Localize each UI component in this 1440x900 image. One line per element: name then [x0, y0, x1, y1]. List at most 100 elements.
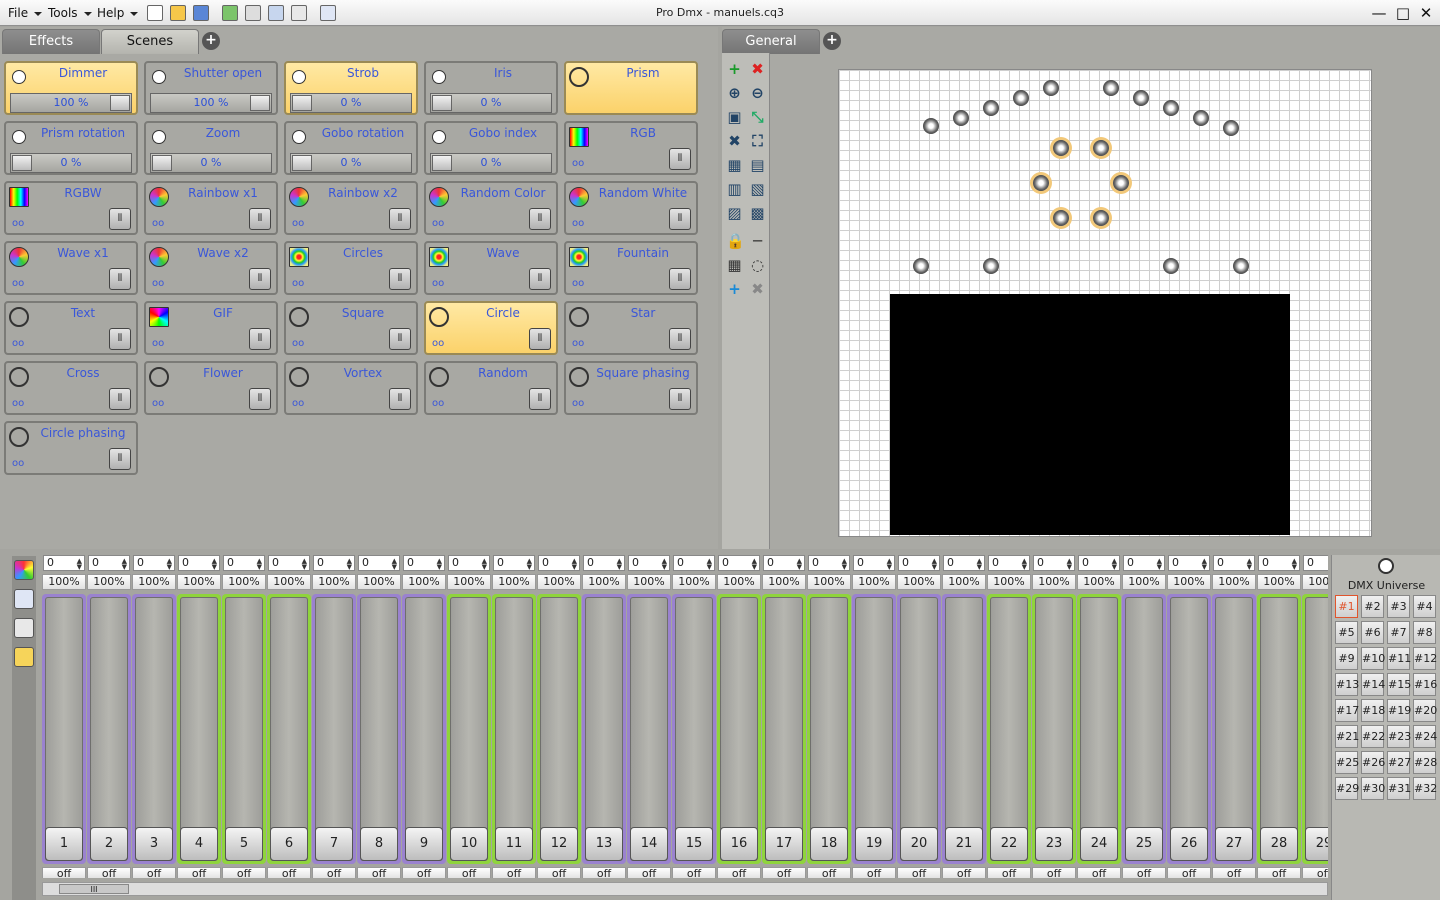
fader-track[interactable]: 25 — [1125, 597, 1163, 861]
effect-tile[interactable]: Prism — [564, 61, 698, 115]
channel-percent[interactable]: 100% — [492, 574, 536, 590]
fader-track[interactable]: 24 — [1080, 597, 1118, 861]
channel-percent[interactable]: 100% — [132, 574, 176, 590]
fader-handle[interactable]: 27 — [1215, 827, 1253, 861]
channel-state-button[interactable]: off — [987, 867, 1031, 878]
fader-handle[interactable]: 10 — [450, 827, 488, 861]
fader-track[interactable]: 9 — [405, 597, 443, 861]
universe-button[interactable]: #5 — [1335, 621, 1358, 644]
universe-button[interactable]: #28 — [1413, 751, 1437, 774]
add-fixture-icon[interactable]: + — [726, 281, 743, 298]
spin-arrows-icon[interactable]: ▲ ▼ — [797, 558, 802, 571]
spin-arrows-icon[interactable]: ▲ ▼ — [1292, 558, 1297, 571]
fader-handle[interactable]: 13 — [585, 827, 623, 861]
fader-handle[interactable]: 9 — [405, 827, 443, 861]
fader-handle[interactable]: 15 — [675, 827, 713, 861]
spin-arrows-icon[interactable]: ▲ ▼ — [212, 558, 217, 571]
channel-state-button[interactable]: off — [807, 867, 851, 878]
effect-settings-icon[interactable]: ⫴ — [389, 208, 411, 230]
fader-track[interactable]: 4 — [180, 597, 218, 861]
spin-arrows-icon[interactable]: ▲ ▼ — [302, 558, 307, 571]
effect-settings-icon[interactable]: ⫴ — [669, 268, 691, 290]
channel-value-input[interactable]: 0 ▲▼ — [1123, 555, 1165, 571]
channel-value-input[interactable]: 0 ▲▼ — [1168, 555, 1210, 571]
effect-slider[interactable]: 0 % — [430, 93, 552, 113]
effect-settings-icon[interactable]: ⫴ — [109, 448, 131, 470]
effect-tile[interactable]: Rainbow x2 oo ⫴ — [284, 181, 418, 235]
close-icon[interactable]: ✕ — [1417, 4, 1435, 22]
open-folder-icon[interactable] — [170, 5, 186, 21]
universe-button[interactable]: #21 — [1335, 725, 1359, 748]
fader-handle[interactable]: 24 — [1080, 827, 1118, 861]
universe-button[interactable]: #8 — [1413, 621, 1436, 644]
fader-handle[interactable]: 4 — [180, 827, 218, 861]
spin-arrows-icon[interactable]: ▲ ▼ — [932, 558, 937, 571]
moving-head-fixture[interactable] — [1093, 140, 1109, 156]
universe-button[interactable]: #17 — [1335, 699, 1359, 722]
fader-track[interactable]: 20 — [900, 597, 938, 861]
maximize-icon[interactable]: □ — [1394, 4, 1412, 22]
channel-percent[interactable]: 100% — [672, 574, 716, 590]
channel-value-input[interactable]: 0 ▲▼ — [178, 555, 220, 571]
minimize-icon[interactable]: — — [1370, 4, 1388, 22]
effect-settings-icon[interactable]: ⫴ — [669, 388, 691, 410]
moving-head-fixture[interactable] — [913, 258, 929, 274]
fader-track[interactable]: 7 — [315, 597, 353, 861]
slider-knob[interactable] — [292, 155, 312, 171]
channel-value-input[interactable]: 0 ▲▼ — [1033, 555, 1075, 571]
channel-state-button[interactable]: off — [582, 867, 626, 878]
channel-state-button[interactable]: off — [942, 867, 986, 878]
effect-settings-icon[interactable]: ⫴ — [249, 328, 271, 350]
effect-tile[interactable]: RGBW oo ⫴ — [4, 181, 138, 235]
fader-track[interactable]: 23 — [1035, 597, 1073, 861]
moving-head-fixture[interactable] — [1163, 100, 1179, 116]
add-tab-icon[interactable]: + — [202, 32, 220, 50]
channel-value-input[interactable]: 0 ▲▼ — [808, 555, 850, 571]
spin-arrows-icon[interactable]: ▲ ▼ — [77, 558, 82, 571]
universe-button[interactable]: #25 — [1335, 751, 1359, 774]
import-icon[interactable] — [245, 5, 261, 21]
channel-value-input[interactable]: 0 ▲▼ — [988, 555, 1030, 571]
fader-handle[interactable]: 20 — [900, 827, 938, 861]
channel-fader[interactable]: 25 — [1122, 594, 1166, 864]
universe-button[interactable]: #9 — [1335, 647, 1358, 670]
add-tab-icon[interactable]: + — [823, 32, 841, 50]
channel-value-input[interactable]: 0 ▲▼ — [268, 555, 310, 571]
universe-button[interactable]: #3 — [1387, 595, 1410, 618]
effect-tile[interactable]: Wave x1 oo ⫴ — [4, 241, 138, 295]
spin-arrows-icon[interactable]: ▲ ▼ — [257, 558, 262, 571]
effect-tile[interactable]: RGB oo ⫴ — [564, 121, 698, 175]
effect-slider[interactable]: 0 % — [430, 153, 552, 173]
moving-head-fixture[interactable] — [1223, 120, 1239, 136]
universe-button[interactable]: #14 — [1361, 673, 1385, 696]
effect-settings-icon[interactable]: ⫴ — [669, 328, 691, 350]
effect-settings-icon[interactable]: ⫴ — [109, 328, 131, 350]
spin-arrows-icon[interactable]: ▲ ▼ — [752, 558, 757, 571]
fader-track[interactable]: 6 — [270, 597, 308, 861]
channel-fader[interactable]: 18 — [807, 594, 851, 864]
universe-button[interactable]: #2 — [1361, 595, 1384, 618]
circle-layout-icon[interactable]: ◌ — [749, 257, 766, 274]
universe-button[interactable]: #19 — [1387, 699, 1411, 722]
universe-button[interactable]: #30 — [1361, 777, 1385, 800]
moving-head-fixture[interactable] — [1133, 90, 1149, 106]
effect-slider[interactable]: 0 % — [290, 153, 412, 173]
fader-track[interactable]: 17 — [765, 597, 803, 861]
fader-track[interactable]: 28 — [1260, 597, 1298, 861]
add-icon[interactable]: + — [726, 61, 743, 78]
channel-fader[interactable]: 24 — [1077, 594, 1121, 864]
align-icon[interactable]: ▨ — [726, 205, 743, 222]
channel-state-button[interactable]: off — [177, 867, 221, 878]
channel-state-button[interactable]: off — [1212, 867, 1256, 878]
channel-fader[interactable]: 2 — [87, 594, 131, 864]
distribute-icon[interactable]: ▩ — [749, 205, 766, 222]
universe-button[interactable]: #1 — [1335, 595, 1358, 618]
channel-value-input[interactable]: 0 ▲▼ — [763, 555, 805, 571]
moving-head-fixture[interactable] — [1103, 80, 1119, 96]
channel-percent[interactable]: 100% — [1212, 574, 1256, 590]
universe-button[interactable]: #32 — [1413, 777, 1437, 800]
effect-tile[interactable]: Strob 0 % — [284, 61, 418, 115]
fader-handle[interactable]: 17 — [765, 827, 803, 861]
channel-fader[interactable]: 9 — [402, 594, 446, 864]
effect-tile[interactable]: Square oo ⫴ — [284, 301, 418, 355]
